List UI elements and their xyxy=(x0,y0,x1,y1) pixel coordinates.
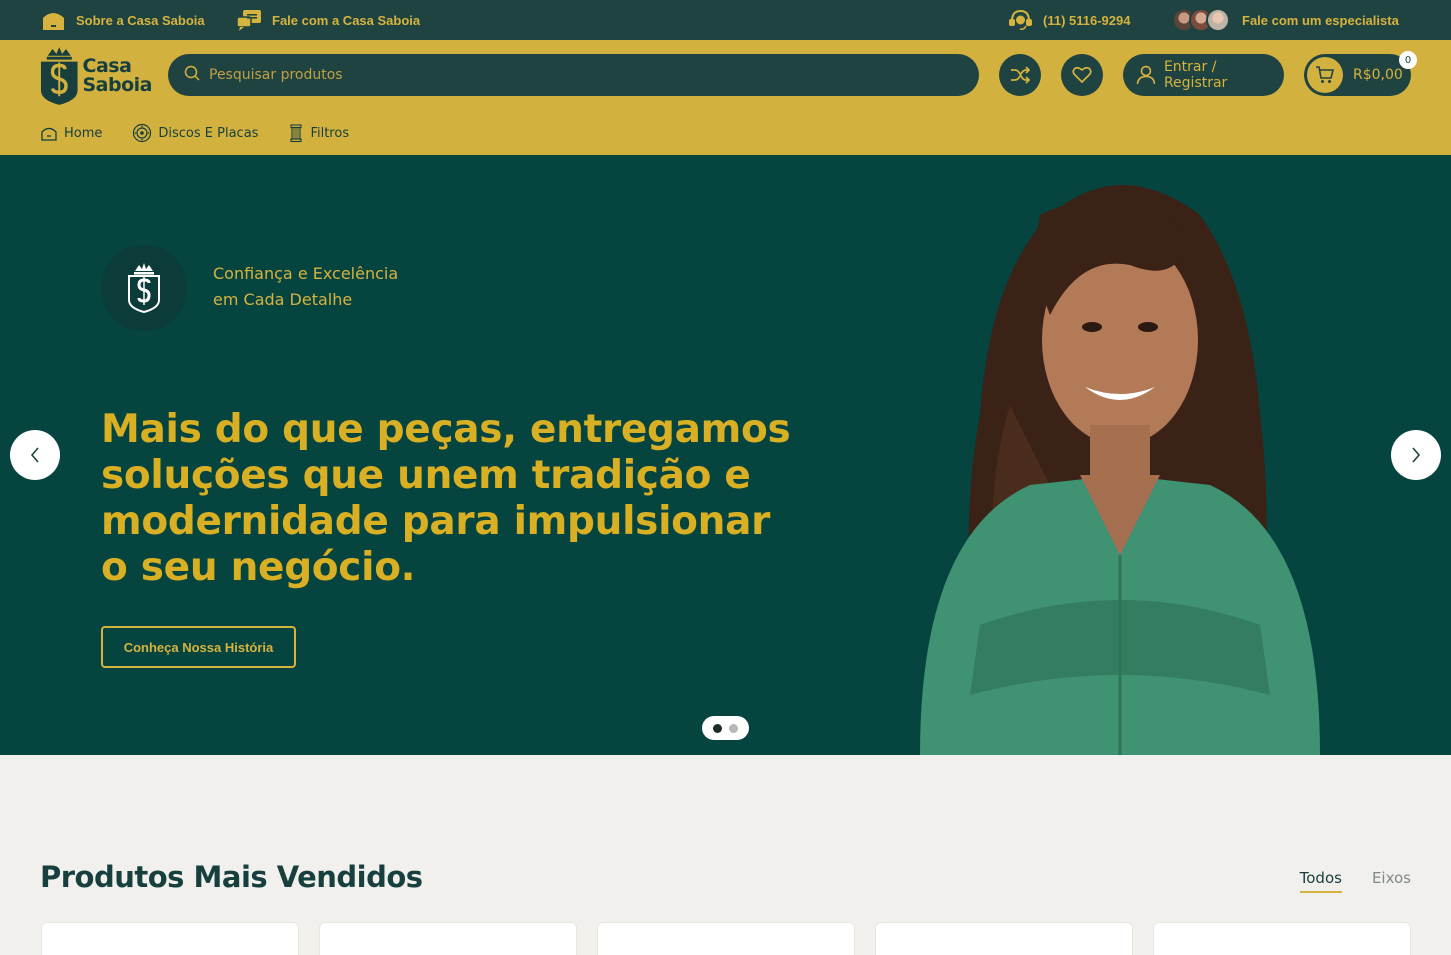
logo-shield-icon xyxy=(40,47,78,105)
hero-tagline-line2: em Cada Detalhe xyxy=(213,290,353,309)
disc-icon xyxy=(133,123,152,143)
shield-crown-icon xyxy=(128,263,160,313)
contact-link[interactable]: Fale com a Casa Saboia xyxy=(236,0,420,40)
phone-link[interactable]: (11) 5116-9294 xyxy=(1008,0,1130,40)
product-card[interactable] xyxy=(319,922,577,955)
search-icon xyxy=(184,65,200,86)
hero-slider: Confiança e Excelência em Cada Detalhe M… xyxy=(0,155,1451,755)
chevron-left-icon xyxy=(30,447,39,463)
chat-icon xyxy=(236,8,262,32)
specialist-avatars xyxy=(1172,8,1230,32)
chevron-right-icon xyxy=(1412,447,1421,463)
product-card[interactable] xyxy=(875,922,1133,955)
hero-headline-line1: Mais do que peças, entregamos xyxy=(101,407,791,452)
main-nav: Home Discos E Placas Filtros xyxy=(40,122,349,144)
login-label: Entrar / Registrar xyxy=(1163,59,1228,91)
product-card[interactable] xyxy=(41,922,299,955)
about-label: Sobre a Casa Saboia xyxy=(76,12,205,28)
slider-dots xyxy=(702,716,749,740)
phone-label: (11) 5116-9294 xyxy=(1043,12,1131,28)
search-bar[interactable] xyxy=(168,54,979,96)
logo-text-saboia: Saboia xyxy=(82,74,153,96)
hero-headline-line3: modernidade para impulsionar xyxy=(101,499,771,544)
best-sellers-title: Produtos Mais Vendidos xyxy=(40,860,423,894)
product-tabs: Todos Eixos xyxy=(1299,869,1411,893)
cart-icon xyxy=(1307,57,1343,93)
tab-todos[interactable]: Todos xyxy=(1299,869,1342,893)
nav-item-filtros[interactable]: Filtros xyxy=(288,122,349,144)
login-button[interactable]: Entrar / Registrar xyxy=(1123,54,1284,96)
hero-badge xyxy=(101,245,187,331)
filter-icon xyxy=(290,124,303,143)
history-button[interactable]: Conheça Nossa História xyxy=(101,626,296,668)
hero-portrait-image xyxy=(920,185,1320,755)
tab-eixos[interactable]: Eixos xyxy=(1372,869,1411,893)
slider-prev-button[interactable] xyxy=(10,430,60,480)
wishlist-button[interactable] xyxy=(1061,54,1103,96)
nav-label-home: Home xyxy=(64,125,103,141)
hero-headline-line2: soluções que unem tradição e xyxy=(101,453,751,498)
slider-dot-2[interactable] xyxy=(729,723,738,733)
header: Casa Saboia Entrar / Registrar R$0,00 0 … xyxy=(0,40,1451,155)
nav-label-discos: Discos E Placas xyxy=(158,125,259,141)
about-link[interactable]: Sobre a Casa Saboia xyxy=(41,0,205,40)
product-card[interactable] xyxy=(1153,922,1411,955)
product-card[interactable] xyxy=(597,922,855,955)
nav-item-discos[interactable]: Discos E Placas xyxy=(132,122,258,144)
slider-next-button[interactable] xyxy=(1391,430,1441,480)
shuffle-icon xyxy=(1011,66,1030,84)
user-icon xyxy=(1136,65,1156,85)
contact-label: Fale com a Casa Saboia xyxy=(272,12,421,28)
specialist-label: Fale com um especialista xyxy=(1242,12,1399,28)
cart-count-badge: 0 xyxy=(1399,51,1417,69)
hero-headline: Mais do que peças, entregamos soluções q… xyxy=(101,407,791,591)
specialist-link[interactable]: Fale com um especialista xyxy=(1172,0,1399,40)
hero-tagline-line1: Confiança e Excelência xyxy=(213,264,399,283)
headset-icon xyxy=(1008,9,1033,31)
logo[interactable]: Casa Saboia xyxy=(40,45,152,107)
top-bar: Sobre a Casa Saboia Fale com a Casa Sabo… xyxy=(0,0,1451,40)
nav-label-filtros: Filtros xyxy=(310,125,350,141)
house-icon xyxy=(41,8,66,32)
home-icon xyxy=(41,127,57,141)
cart-button[interactable]: R$0,00 xyxy=(1304,54,1411,96)
hero-tagline: Confiança e Excelência em Cada Detalhe xyxy=(213,261,433,313)
nav-item-home[interactable]: Home xyxy=(40,122,102,144)
heart-icon xyxy=(1072,66,1092,84)
compare-button[interactable] xyxy=(999,54,1041,96)
search-input[interactable] xyxy=(209,67,949,83)
slider-dot-1[interactable] xyxy=(713,723,722,733)
cart-total: R$0,00 xyxy=(1353,67,1403,83)
hero-headline-line4: o seu negócio. xyxy=(101,545,416,590)
